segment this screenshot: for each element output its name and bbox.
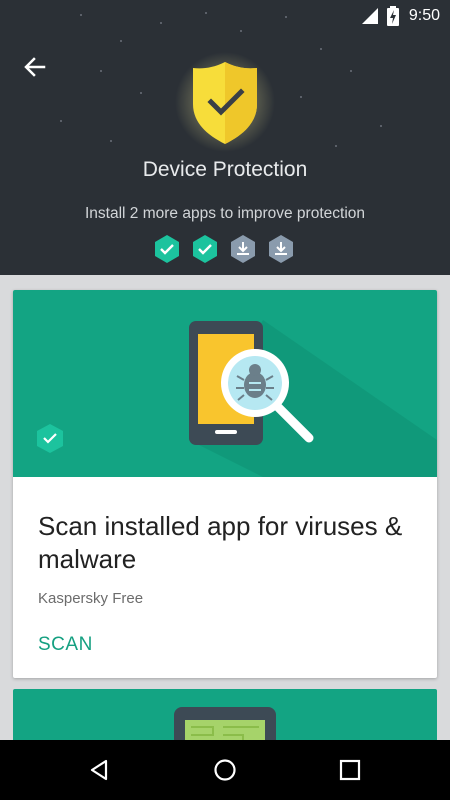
navigation-bar — [0, 740, 450, 800]
status-bar: 9:50 — [0, 0, 450, 32]
status-icons: 9:50 — [361, 6, 440, 26]
protection-subtitle: Install 2 more apps to improve protectio… — [85, 205, 365, 222]
star-decoration — [300, 96, 302, 98]
nav-recents-icon[interactable] — [336, 756, 364, 784]
scan-app-card[interactable]: Scan installed app for viruses & malware… — [13, 290, 437, 678]
protection-header: 9:50 Device Protection Install 2 more ap… — [0, 0, 450, 275]
app-status-badges — [152, 234, 296, 264]
scan-button[interactable]: SCAN — [38, 634, 93, 656]
page-title: Device Protection — [142, 158, 308, 181]
shield-emblem — [175, 52, 275, 152]
phone-scan-illustration — [37, 320, 437, 477]
star-decoration — [60, 120, 62, 122]
installed-badge-icon — [155, 235, 179, 263]
star-decoration — [320, 48, 322, 50]
star-decoration — [110, 140, 112, 142]
star-decoration — [120, 40, 122, 42]
card-illustration — [13, 290, 437, 477]
nav-back-icon[interactable] — [86, 756, 114, 784]
download-badge-icon[interactable] — [228, 234, 258, 264]
card-app-name: Kaspersky Free — [38, 590, 144, 607]
star-decoration — [140, 92, 142, 94]
installed-badge-icon — [193, 235, 217, 263]
nav-home-icon[interactable] — [211, 756, 239, 784]
card-title: Scan installed app for viruses & malware — [38, 511, 403, 574]
star-decoration — [350, 70, 352, 72]
back-button[interactable] — [18, 50, 52, 84]
star-decoration — [380, 125, 382, 127]
star-decoration — [335, 145, 337, 147]
signal-icon — [361, 8, 378, 24]
arrow-back-icon — [24, 57, 46, 77]
star-decoration — [100, 70, 102, 72]
status-time: 9:50 — [408, 7, 440, 24]
download-badge-icon[interactable] — [266, 234, 296, 264]
shield-check-icon — [175, 52, 275, 152]
battery-charging-icon — [386, 6, 399, 26]
